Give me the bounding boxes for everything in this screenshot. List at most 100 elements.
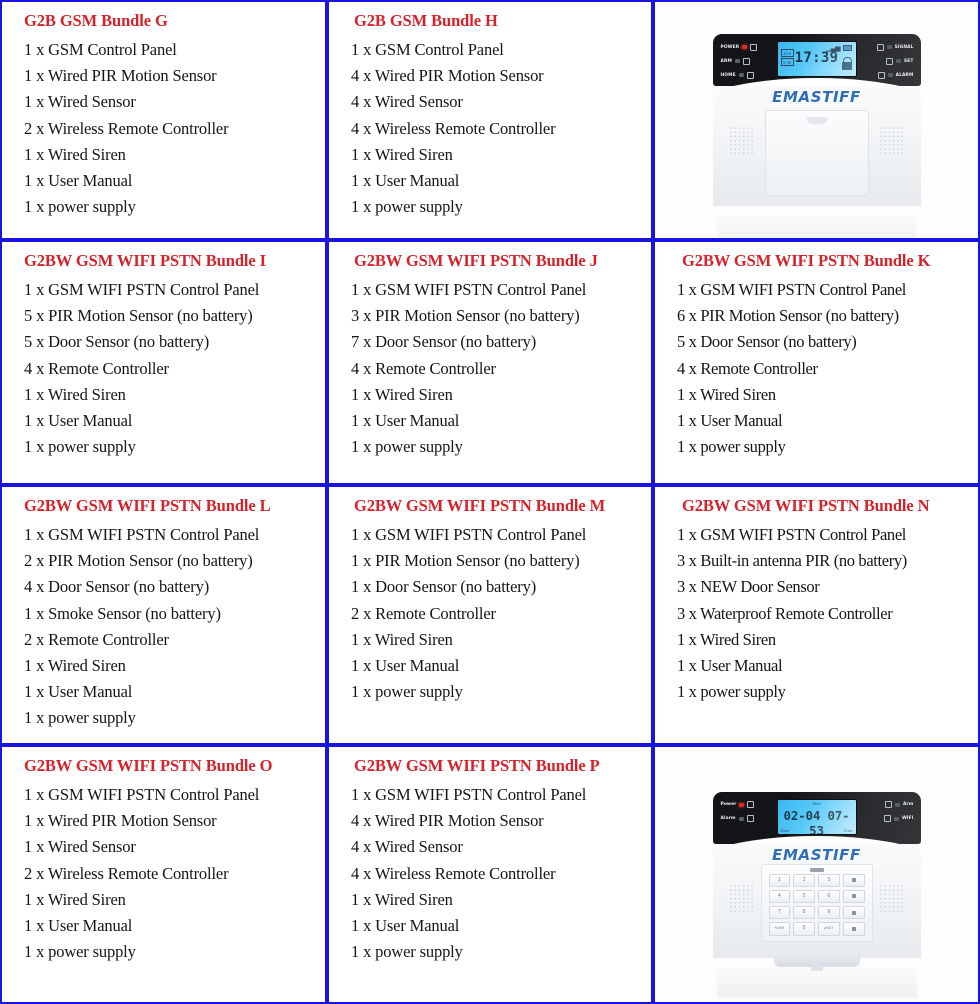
key-icon-4-icon[interactable] bbox=[842, 922, 865, 936]
status-led bbox=[896, 59, 902, 63]
bundle-cell: G2BW GSM WIFI PSTN Bundle N 1 x GSM WIFI … bbox=[653, 485, 980, 745]
indicator-label: ALARM bbox=[895, 72, 914, 78]
bundle-cell-content: G2BW GSM WIFI PSTN Bundle I 1 x GSM WIFI … bbox=[2, 251, 325, 460]
keypad: 1 2 3 4 5 6 7 8 9 *ARM 0 #SET bbox=[768, 873, 865, 936]
bundle-item: 4 x Wired Sensor bbox=[351, 837, 463, 857]
bundle-item: 5 x PIR Motion Sensor (no battery) bbox=[24, 306, 253, 326]
key-arm[interactable]: *ARM bbox=[768, 922, 791, 936]
bundle-item-list: 1 x GSM WIFI PSTN Control Panel 1 x Wired… bbox=[24, 782, 319, 965]
bundle-cell: G2BW GSM WIFI PSTN Bundle I 1 x GSM WIFI … bbox=[0, 240, 327, 485]
bundle-item: 1 x Smoke Sensor (no battery) bbox=[24, 603, 221, 623]
indicator-row: Power bbox=[721, 800, 755, 810]
bundle-item: 1 x User Manual bbox=[351, 411, 460, 431]
indicator-label: Arm bbox=[903, 802, 914, 807]
bundle-item: 1 x User Manual bbox=[677, 411, 783, 431]
bundle-item: 1 x Wired PIR Motion Sensor bbox=[24, 66, 217, 86]
panel-reflection bbox=[716, 963, 917, 998]
bundle-item: 1 x Wired Siren bbox=[677, 629, 776, 649]
bundle-item: 1 x Wired Siren bbox=[351, 629, 453, 649]
bundle-item: 2 x PIR Motion Sensor (no battery) bbox=[24, 551, 253, 571]
bundle-item-list: 1 x GSM WIFI PSTN Control Panel 5 x PIR M… bbox=[24, 277, 319, 460]
left-indicator-group: POWER ARM HOME bbox=[721, 42, 758, 80]
bundle-cell: G2BW GSM WIFI PSTN Bundle K 1 x GSM WIFI … bbox=[653, 240, 980, 485]
panel-reflection bbox=[716, 212, 917, 238]
bundle-title: G2BW GSM WIFI PSTN Bundle O bbox=[24, 756, 273, 775]
status-led bbox=[893, 816, 899, 821]
indicator-row: HOME bbox=[721, 70, 754, 80]
bundle-item: 1 x power supply bbox=[24, 197, 136, 217]
indicator-glyph-icon bbox=[746, 815, 754, 822]
bundle-item: 4 x Remote Controller bbox=[24, 358, 169, 378]
key-icon-2-icon[interactable] bbox=[842, 889, 865, 903]
bundle-item: 1 x GSM WIFI PSTN Control Panel bbox=[677, 280, 907, 299]
key-8[interactable]: 8 bbox=[793, 906, 815, 920]
indicator-label: SIGNAL bbox=[894, 44, 914, 50]
bundle-title: G2B GSM Bundle G bbox=[24, 11, 168, 30]
keypad-cover-open: 1 2 3 4 5 6 7 8 9 *ARM 0 #SET bbox=[760, 863, 873, 942]
bundle-item: 4 x Wired PIR Motion Sensor bbox=[351, 66, 544, 86]
key-3[interactable]: 3 bbox=[818, 873, 840, 887]
key-icon-1-icon[interactable] bbox=[842, 873, 865, 887]
lcd-display: 23 69 30▁▃▅17:39 bbox=[776, 41, 857, 77]
status-led bbox=[887, 73, 893, 77]
panel-bezel: 23 69 30▁▃▅17:39 POWER ARM HOME SIGNAL SET ALA… bbox=[712, 34, 921, 86]
bundle-title: G2B GSM Bundle H bbox=[354, 11, 498, 30]
key-0[interactable]: 0 bbox=[793, 922, 815, 936]
right-indicator-group: Arm WIFI bbox=[883, 800, 914, 824]
bundle-item: 1 x GSM WIFI PSTN Control Panel bbox=[24, 280, 260, 299]
bundle-item: 4 x Wired PIR Motion Sensor bbox=[351, 811, 544, 831]
indicator-row: ALARM bbox=[877, 70, 914, 80]
indicator-label: ARM bbox=[720, 58, 732, 64]
indicator-label: Power bbox=[720, 802, 737, 807]
bundle-item: 1 x Wired Siren bbox=[677, 384, 776, 404]
left-indicator-group: Power Alarm bbox=[721, 800, 755, 824]
lcd-gloss bbox=[777, 42, 856, 76]
bundle-item: 2 x Wireless Remote Controller bbox=[24, 863, 229, 883]
key-1[interactable]: 1 bbox=[768, 873, 791, 887]
indicator-label: SET bbox=[904, 58, 914, 64]
key-set[interactable]: #SET bbox=[818, 922, 840, 936]
key-5[interactable]: 5 bbox=[793, 889, 815, 903]
bundle-title: G2BW GSM WIFI PSTN Bundle L bbox=[24, 496, 271, 515]
status-led bbox=[895, 802, 901, 807]
lcd-gloss bbox=[777, 799, 856, 834]
key-7[interactable]: 7 bbox=[768, 906, 791, 920]
bundle-item: 2 x Wireless Remote Controller bbox=[24, 118, 229, 138]
key-9[interactable]: 9 bbox=[818, 906, 840, 920]
key-glyph-icon bbox=[851, 894, 856, 899]
bundle-item-list: 1 x GSM Control Panel 1 x Wired PIR Motio… bbox=[24, 37, 319, 220]
indicator-label: WIFI bbox=[901, 816, 914, 821]
indicator-label: Alarm bbox=[720, 816, 736, 821]
indicator-glyph-icon bbox=[750, 43, 758, 51]
bundle-item: 1 x power supply bbox=[351, 197, 463, 217]
bundle-item: 3 x PIR Motion Sensor (no battery) bbox=[351, 306, 580, 326]
key-4[interactable]: 4 bbox=[768, 889, 791, 903]
bundle-item: 4 x Wireless Remote Controller bbox=[351, 863, 556, 883]
key-2[interactable]: 2 bbox=[793, 873, 815, 887]
key-icon-3-icon[interactable] bbox=[842, 906, 865, 920]
bundle-cell-content: G2BW GSM WIFI PSTN Bundle P 1 x GSM WIFI … bbox=[329, 756, 651, 965]
key-glyph-icon bbox=[851, 910, 856, 915]
bundle-cell: G2BW GSM WIFI PSTN Bundle M 1 x GSM WIFI … bbox=[327, 485, 653, 745]
speaker-grille-left bbox=[728, 883, 755, 914]
bundle-item: 1 x GSM WIFI PSTN Control Panel bbox=[24, 525, 260, 544]
bundle-cell-content: G2BW GSM WIFI PSTN Bundle M 1 x GSM WIFI … bbox=[329, 496, 651, 705]
bundle-cell: G2B GSM Bundle G 1 x GSM Control Panel 1 x… bbox=[0, 0, 327, 240]
product-image-cell: Wed02-04 07-53ZoneZone Power Alarm Arm WIFI E… bbox=[653, 745, 980, 1004]
bundle-title: G2BW GSM WIFI PSTN Bundle P bbox=[354, 756, 600, 775]
indicator-row: Arm bbox=[885, 800, 913, 810]
bundle-item: 1 x power supply bbox=[24, 437, 136, 457]
bundle-item-list: 1 x GSM WIFI PSTN Control Panel 6 x PIR M… bbox=[677, 277, 972, 460]
bundle-title: G2BW GSM WIFI PSTN Bundle J bbox=[354, 251, 598, 270]
bundle-item: 1 x GSM WIFI PSTN Control Panel bbox=[677, 525, 907, 544]
bundle-cell: G2BW GSM WIFI PSTN Bundle P 1 x GSM WIFI … bbox=[327, 745, 653, 1004]
key-glyph-icon bbox=[851, 878, 856, 883]
bundle-comparison-table: G2B GSM Bundle G 1 x GSM Control Panel 1 x… bbox=[0, 0, 980, 1004]
bundle-item: 1 x Wired Siren bbox=[351, 889, 453, 909]
bundle-cell-content: G2BW GSM WIFI PSTN Bundle N 1 x GSM WIFI … bbox=[655, 496, 978, 705]
key-6[interactable]: 6 bbox=[818, 889, 840, 903]
bundle-item: 1 x power supply bbox=[351, 942, 463, 962]
bundle-item: 3 x Waterproof Remote Controller bbox=[677, 603, 893, 623]
bundle-item: 1 x power supply bbox=[24, 942, 136, 962]
indicator-glyph-icon bbox=[747, 801, 755, 808]
